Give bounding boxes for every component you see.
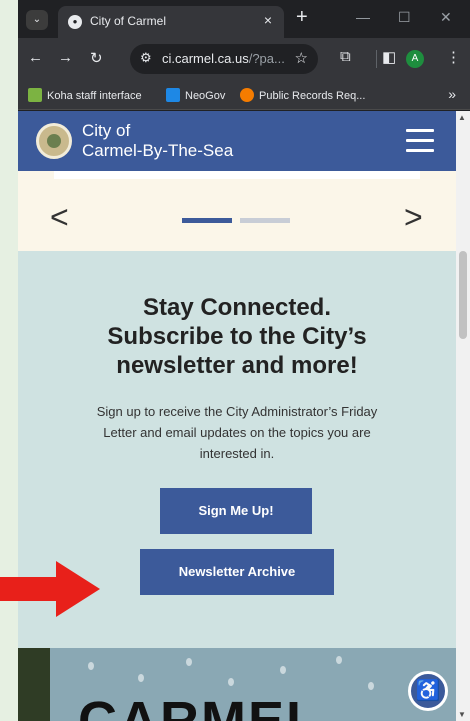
address-url: ci.carmel.ca.us/?pa... <box>162 51 285 66</box>
tab-close-icon[interactable]: × <box>264 12 272 28</box>
tab-title: City of Carmel <box>90 14 167 28</box>
tab-city-of-carmel[interactable]: ● City of Carmel × <box>58 6 284 38</box>
city-seal-logo[interactable] <box>36 123 72 159</box>
raindrop <box>138 674 144 682</box>
subscribe-description: Sign up to receive the City Administrato… <box>72 401 402 464</box>
description-line3: interested in. <box>199 446 275 461</box>
menu-kebab-icon[interactable]: ⋮ <box>446 48 461 66</box>
extensions-icon[interactable]: ⧉ <box>340 48 351 65</box>
raindrop <box>88 662 94 670</box>
raindrop <box>186 658 192 666</box>
heading-line3: newsletter and more! <box>116 352 358 379</box>
banner-foliage <box>18 648 50 721</box>
banner-text: CARMEL <box>78 691 321 721</box>
tab-strip: ⌄ ● City of Carmel × + — ☐ ✕ <box>18 0 470 38</box>
browser-toolbar: ← → ↻ ⚙ ci.carmel.ca.us/?pa... ☆ ⧉ ◧ A ⋮ <box>18 38 470 80</box>
raindrop <box>280 666 286 674</box>
red-annotation-arrow-icon <box>0 561 100 617</box>
page-viewport: City of Carmel-By-The-Sea < > Stay Conne… <box>18 111 456 721</box>
raindrop <box>336 656 342 664</box>
carousel-dot-active[interactable] <box>182 218 232 223</box>
carousel-dot[interactable] <box>240 218 290 223</box>
maximize-button[interactable]: ☐ <box>398 9 411 26</box>
description-line1: Sign up to receive the City Administrato… <box>96 404 378 419</box>
address-bar[interactable]: ⚙ ci.carmel.ca.us/?pa... ☆ <box>130 44 318 74</box>
neogov-icon <box>166 88 180 102</box>
site-header: City of Carmel-By-The-Sea <box>18 111 456 171</box>
hamburger-menu-icon[interactable] <box>406 129 434 153</box>
seal-emblem <box>47 134 61 148</box>
bookmark-star-icon[interactable]: ☆ <box>295 49 308 67</box>
scrollbar-thumb[interactable] <box>459 251 467 339</box>
raindrop <box>368 682 374 690</box>
minimize-button[interactable]: — <box>356 9 370 25</box>
bookmark-public-records[interactable]: Public Records Req... <box>240 88 365 102</box>
heading-line1: Stay Connected. <box>142 294 332 321</box>
profile-avatar[interactable]: A <box>406 50 424 68</box>
raindrop <box>228 678 234 686</box>
forward-arrow-icon[interactable]: → <box>58 49 73 66</box>
description-line2: Letter and email updates on the topics y… <box>103 425 371 440</box>
carousel-prev-icon[interactable]: < <box>50 199 69 236</box>
carousel: < > <box>18 171 456 251</box>
newsletter-archive-button[interactable]: Newsletter Archive <box>140 549 334 595</box>
sign-me-up-button[interactable]: Sign Me Up! <box>160 488 312 534</box>
site-favicon-icon: ● <box>68 15 82 29</box>
koha-icon <box>28 88 42 102</box>
site-title-line2: Carmel-By-The-Sea <box>82 141 234 160</box>
scroll-up-icon[interactable]: ▲ <box>458 113 466 122</box>
bookmarks-bar: Koha staff interface NeoGov Public Recor… <box>18 80 470 110</box>
accessibility-icon[interactable]: ♿ <box>408 671 448 711</box>
site-title[interactable]: City of Carmel-By-The-Sea <box>82 121 233 161</box>
scroll-down-icon[interactable]: ▼ <box>458 710 466 719</box>
tab-search-button[interactable]: ⌄ <box>26 10 48 30</box>
heading-line2: Subscribe to the City’s <box>107 323 367 350</box>
side-panel-icon[interactable]: ◧ <box>382 48 396 66</box>
carmel-banner-image: CARMEL ♿ <box>18 648 456 721</box>
toolbar-divider <box>376 50 377 68</box>
carousel-card <box>54 171 420 179</box>
reload-icon[interactable]: ↻ <box>90 49 103 67</box>
subscribe-heading: Stay Connected. Subscribe to the City’s … <box>48 293 426 380</box>
carousel-next-icon[interactable]: > <box>404 199 423 236</box>
back-arrow-icon[interactable]: ← <box>28 49 43 66</box>
bookmark-neogov[interactable]: NeoGov <box>166 88 225 102</box>
site-info-icon[interactable]: ⚙ <box>140 50 152 66</box>
page-scrollbar[interactable]: ▲ ▼ <box>456 111 470 721</box>
site-title-line1: City of <box>82 121 131 140</box>
new-tab-button[interactable]: + <box>296 6 308 29</box>
public-records-icon <box>240 88 254 102</box>
bookmark-koha[interactable]: Koha staff interface <box>28 88 142 102</box>
more-bookmarks-icon[interactable]: » <box>448 86 456 102</box>
window-close-button[interactable]: ✕ <box>440 9 452 26</box>
